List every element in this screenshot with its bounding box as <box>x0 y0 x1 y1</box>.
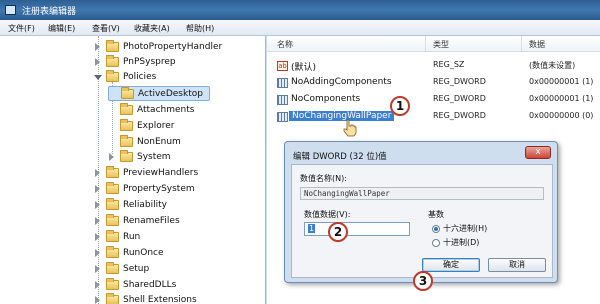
folder-icon <box>106 229 119 242</box>
radio-dot-icon <box>432 238 440 247</box>
column-header-type[interactable]: 类型 <box>433 39 449 50</box>
dialog-title: 编辑 DWORD (32 位)值 <box>293 152 387 162</box>
expand-arrow-icon[interactable] <box>94 216 102 225</box>
tree-item[interactable]: SharedDLLs <box>94 277 176 292</box>
folder-icon <box>120 102 133 115</box>
folder-icon <box>106 261 119 274</box>
column-separator[interactable] <box>521 36 522 52</box>
expand-arrow-icon[interactable] <box>94 168 102 177</box>
close-button[interactable]: x <box>525 146 551 159</box>
menu-view[interactable]: 查看(V) <box>92 23 120 34</box>
tree-item[interactable]: Policies <box>94 69 156 84</box>
folder-icon <box>121 86 134 99</box>
hand-cursor-icon <box>343 119 357 137</box>
regedit-app-icon <box>5 5 16 15</box>
folder-icon <box>106 181 119 194</box>
tree-item[interactable]: PreviewHandlers <box>94 165 198 180</box>
step-callout-3: 3 <box>413 271 433 291</box>
ok-button[interactable]: 确定 <box>422 258 480 272</box>
dword-value-icon <box>277 78 288 88</box>
dword-value-icon <box>277 112 288 122</box>
base-group-label: 基数 <box>428 210 444 219</box>
expand-arrow-icon[interactable] <box>94 295 102 304</box>
value-name-label: 数值名称(N): <box>300 174 347 183</box>
dialog-body: 数值名称(N): NoChangingWallPaper 数值数据(V): 1 … <box>291 164 553 278</box>
value-row[interactable]: NoAddingComponents REG_DWORD 0x00000001 … <box>267 75 600 91</box>
tree-item[interactable]: PnPSysprep <box>94 54 176 69</box>
expand-arrow-icon[interactable] <box>94 232 102 241</box>
folder-icon <box>106 292 119 304</box>
tree-item[interactable]: Attachments <box>108 102 194 117</box>
folder-icon <box>106 277 119 290</box>
expand-arrow-icon[interactable] <box>94 57 102 66</box>
expand-arrow-icon[interactable] <box>108 152 116 161</box>
edit-dword-dialog: 编辑 DWORD (32 位)值 x 数值名称(N): NoChangingWa… <box>284 141 558 283</box>
tree-item[interactable]: Run <box>94 229 140 244</box>
tree-item[interactable]: Shell Extensions <box>94 292 197 304</box>
radio-dot-icon <box>432 224 440 233</box>
folder-icon <box>106 213 119 226</box>
tree-item[interactable]: RenameFiles <box>94 213 180 228</box>
column-header-name[interactable]: 名称 <box>277 39 293 50</box>
value-data-input[interactable]: 1 <box>304 222 410 236</box>
menu-favorites[interactable]: 收藏夹(A) <box>134 23 170 34</box>
expand-arrow-icon[interactable] <box>94 248 102 257</box>
menu-file[interactable]: 文件(F) <box>8 23 35 34</box>
dword-value-icon <box>277 95 288 105</box>
cancel-button[interactable]: 取消 <box>488 258 546 272</box>
tree-item[interactable]: PropertySystem <box>94 181 195 196</box>
folder-icon <box>106 245 119 258</box>
folder-icon <box>106 39 119 52</box>
tree-item[interactable]: PhotoPropertyHandler <box>94 39 222 54</box>
tree-item[interactable]: Reliability <box>94 197 167 212</box>
tree-item[interactable]: NonEnum <box>108 134 181 149</box>
tree-item-selected[interactable]: ActiveDesktop <box>108 86 210 101</box>
menu-edit[interactable]: 编辑(E) <box>48 23 75 34</box>
menu-help[interactable]: 帮助(H) <box>186 23 214 34</box>
folder-icon <box>106 197 119 210</box>
step-callout-1: 1 <box>390 96 410 116</box>
expand-arrow-icon[interactable] <box>94 264 102 273</box>
folder-icon <box>120 118 133 131</box>
tree-item[interactable]: RunOnce <box>94 245 164 260</box>
value-data-label: 数值数据(V): <box>304 210 351 219</box>
window-title: 注册表编辑器 <box>22 7 77 17</box>
folder-icon <box>106 165 119 178</box>
value-row[interactable]: NoComponents REG_DWORD 0x00000001 (1) <box>267 92 600 108</box>
menu-bar: 文件(F) 编辑(E) 查看(V) 收藏夹(A) 帮助(H) <box>0 20 600 36</box>
string-value-icon: ab <box>277 61 288 71</box>
column-header-bar: 名称 类型 数据 <box>267 36 600 52</box>
folder-icon <box>106 54 119 67</box>
tree-item[interactable]: Setup <box>94 261 149 276</box>
registry-tree-pane[interactable]: PhotoPropertyHandler PnPSysprep Policies… <box>0 36 266 304</box>
collapse-arrow-icon[interactable] <box>94 73 102 81</box>
folder-icon <box>120 149 133 162</box>
title-bar: 注册表编辑器 <box>0 0 600 20</box>
tree-item[interactable]: Explorer <box>108 118 174 133</box>
tree-item[interactable]: System <box>108 149 171 164</box>
expand-arrow-icon[interactable] <box>94 184 102 193</box>
folder-icon <box>120 134 133 147</box>
expand-arrow-icon[interactable] <box>94 200 102 209</box>
column-separator[interactable] <box>425 36 426 52</box>
radio-hexadecimal[interactable]: 十六进制(H) <box>432 223 487 234</box>
value-row-selected[interactable]: NoChangingWallPaper REG_DWORD 0x00000000… <box>267 109 600 125</box>
value-name-field: NoChangingWallPaper <box>300 187 544 200</box>
folder-icon <box>106 69 119 82</box>
expand-arrow-icon[interactable] <box>94 280 102 289</box>
column-header-data[interactable]: 数据 <box>529 39 545 50</box>
value-row[interactable]: ab (默认) REG_SZ (数值未设置) <box>267 58 600 74</box>
expand-arrow-icon[interactable] <box>94 42 102 51</box>
radio-decimal[interactable]: 十进制(D) <box>432 237 479 248</box>
step-callout-2: 2 <box>328 222 348 242</box>
